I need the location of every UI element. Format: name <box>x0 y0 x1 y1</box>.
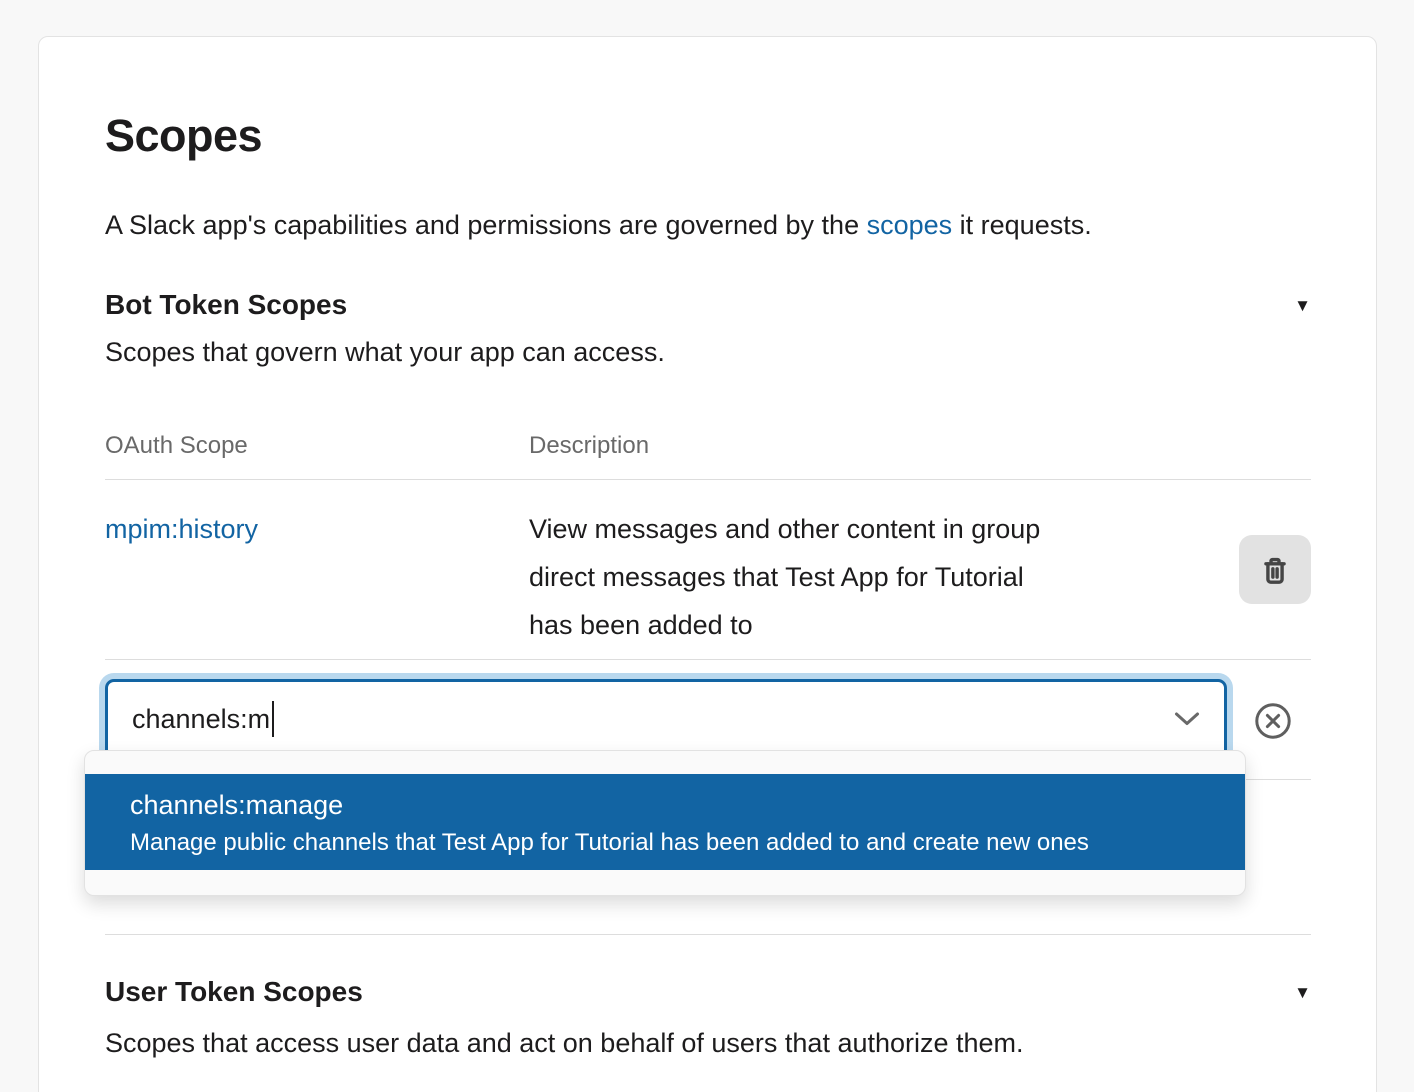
scopes-table-header: OAuth Scope Description <box>105 430 1311 480</box>
intro-text: A Slack app's capabilities and permissio… <box>105 207 1311 243</box>
table-row: mpim:history View messages and other con… <box>105 480 1311 660</box>
scope-link-mpim-history[interactable]: mpim:history <box>105 514 258 544</box>
scope-suggestions-dropdown: channels:manage Manage public channels t… <box>84 750 1246 896</box>
column-header-oauth-scope: OAuth Scope <box>105 430 529 462</box>
collapse-caret-icon[interactable]: ▼ <box>1294 297 1311 314</box>
bot-token-scopes-subtitle: Scopes that govern what your app can acc… <box>105 334 1311 370</box>
intro-pre: A Slack app's capabilities and permissio… <box>105 210 867 240</box>
collapse-caret-icon[interactable]: ▼ <box>1294 984 1311 1001</box>
scope-description-line: View messages and other content in group <box>529 505 1179 553</box>
column-header-description: Description <box>529 430 1311 462</box>
scope-description-line: has been added to <box>529 601 1179 649</box>
add-scope-input-value: channels:m <box>132 704 270 735</box>
bot-token-scopes-title: Bot Token Scopes <box>105 287 347 323</box>
intro-post: it requests. <box>952 210 1092 240</box>
scopes-doc-link[interactable]: scopes <box>867 210 953 240</box>
bot-token-scopes-header: Bot Token Scopes ▼ <box>105 287 1311 323</box>
scopes-content: Scopes A Slack app's capabilities and pe… <box>39 37 1376 1061</box>
suggestion-channels-manage[interactable]: channels:manage Manage public channels t… <box>85 774 1245 870</box>
add-scope-row: channels:m channels:man <box>105 660 1311 780</box>
clear-input-button[interactable] <box>1254 702 1292 740</box>
scope-description: View messages and other content in group… <box>529 505 1179 659</box>
user-token-scopes-subtitle: Scopes that access user data and act on … <box>105 1025 1311 1061</box>
scopes-card: Scopes A Slack app's capabilities and pe… <box>38 36 1377 1092</box>
scope-cell: mpim:history <box>105 505 529 659</box>
row-actions <box>1179 505 1311 659</box>
chevron-down-icon[interactable] <box>1174 712 1200 727</box>
add-scope-input[interactable]: channels:m <box>105 679 1227 759</box>
user-token-scopes-title: User Token Scopes <box>105 974 363 1010</box>
scope-description-line: direct messages that Test App for Tutori… <box>529 553 1179 601</box>
suggestion-name: channels:manage <box>130 786 1225 824</box>
delete-scope-button[interactable] <box>1239 535 1311 604</box>
user-token-scopes-header: User Token Scopes ▼ <box>105 974 1311 1010</box>
user-token-scopes-section: User Token Scopes ▼ Scopes that access u… <box>105 934 1311 1061</box>
text-cursor <box>272 701 274 737</box>
suggestion-description: Manage public channels that Test App for… <box>130 824 1225 862</box>
circle-x-icon <box>1254 702 1292 740</box>
trash-icon <box>1258 553 1292 587</box>
page-title: Scopes <box>105 109 1311 163</box>
